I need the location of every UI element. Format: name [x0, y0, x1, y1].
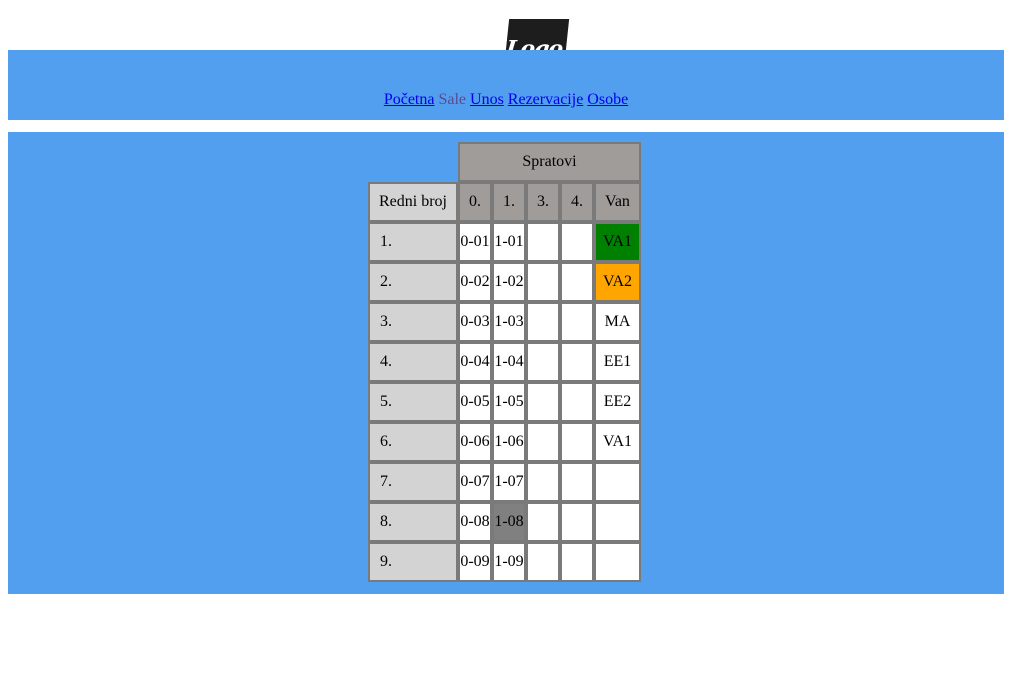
room-cell: 1-09 [492, 542, 526, 582]
table-row: 7. 0-07 1-07 [368, 462, 641, 502]
outside-header: Van [594, 182, 641, 222]
room-cell: 1-06 [492, 422, 526, 462]
row-number-cell: 4. [368, 342, 458, 382]
room-cell: 0-02 [458, 262, 492, 302]
nav-link-rezervacije[interactable]: Rezervacije [508, 91, 584, 108]
room-cell: 1-01 [492, 222, 526, 262]
room-cell: 1-04 [492, 342, 526, 382]
outside-room-cell: EE2 [594, 382, 641, 422]
room-cell [560, 302, 594, 342]
room-cell [526, 462, 560, 502]
table-row: 1. 0-01 1-01 VA1 [368, 222, 641, 262]
room-cell: 0-09 [458, 542, 492, 582]
room-cell [526, 382, 560, 422]
floor-header: 3. [526, 182, 560, 222]
room-cell [560, 262, 594, 302]
nav-link-pocetna[interactable]: Početna [384, 91, 435, 108]
room-cell [560, 542, 594, 582]
outside-room-cell [594, 542, 641, 582]
room-cell [526, 222, 560, 262]
room-cell [560, 462, 594, 502]
row-number-cell: 2. [368, 262, 458, 302]
room-cell: 0-04 [458, 342, 492, 382]
table-body: 1. 0-01 1-01 VA1 2. 0-02 1-02 VA2 3. 0-03 1-03 MA 4.… [368, 222, 641, 582]
outside-room-cell [594, 462, 641, 502]
floor-header: 1. [492, 182, 526, 222]
room-cell: 0-05 [458, 382, 492, 422]
column-header-row: Redni broj 0. 1. 3. 4. Van [368, 182, 641, 222]
room-cell [526, 342, 560, 382]
main-nav: Početna Sale Unos Rezervacije Osobe [8, 91, 1004, 109]
table-row: 5. 0-05 1-05 EE2 [368, 382, 641, 422]
row-number-cell: 8. [368, 502, 458, 542]
row-number-cell: 3. [368, 302, 458, 342]
room-cell [526, 422, 560, 462]
room-cell: 0-06 [458, 422, 492, 462]
outside-room-cell: VA1 [594, 422, 641, 462]
table-row: 2. 0-02 1-02 VA2 [368, 262, 641, 302]
outside-room-cell: VA2 [594, 262, 641, 302]
outside-room-cell: EE1 [594, 342, 641, 382]
table-row: 6. 0-06 1-06 VA1 [368, 422, 641, 462]
row-number-cell: 1. [368, 222, 458, 262]
row-number-cell: 5. [368, 382, 458, 422]
outside-room-cell: MA [594, 302, 641, 342]
row-number-cell: 6. [368, 422, 458, 462]
nav-item-sale: Sale [438, 91, 467, 108]
main-band: Spratovi Redni broj 0. 1. 3. 4. Van 1. 0-… [8, 132, 1004, 594]
header-band: Početna Sale Unos Rezervacije Osobe [8, 50, 1004, 120]
rooms-table: Spratovi Redni broj 0. 1. 3. 4. Van 1. 0-… [368, 142, 641, 582]
room-cell [560, 502, 594, 542]
table-row: 3. 0-03 1-03 MA [368, 302, 641, 342]
room-cell [526, 262, 560, 302]
floor-header: 0. [458, 182, 492, 222]
row-number-cell: 7. [368, 462, 458, 502]
nav-link-osobe[interactable]: Osobe [587, 91, 628, 108]
room-cell: 1-02 [492, 262, 526, 302]
floor-header: 4. [560, 182, 594, 222]
room-cell: 1-08 [492, 502, 526, 542]
room-cell: 0-01 [458, 222, 492, 262]
room-cell: 1-07 [492, 462, 526, 502]
room-cell: 0-08 [458, 502, 492, 542]
outside-room-cell [594, 502, 641, 542]
room-cell [526, 542, 560, 582]
row-number-header: Redni broj [368, 182, 458, 222]
room-cell: 0-03 [458, 302, 492, 342]
outside-room-cell: VA1 [594, 222, 641, 262]
room-cell: 1-03 [492, 302, 526, 342]
table-row: 9. 0-09 1-09 [368, 542, 641, 582]
table-row: 4. 0-04 1-04 EE1 [368, 342, 641, 382]
table-row: 8. 0-08 1-08 [368, 502, 641, 542]
room-cell [560, 222, 594, 262]
room-cell [560, 382, 594, 422]
room-cell: 0-07 [458, 462, 492, 502]
floors-group-header: Spratovi [458, 142, 641, 182]
group-header-row: Spratovi [368, 142, 641, 182]
room-cell: 1-05 [492, 382, 526, 422]
room-cell [560, 422, 594, 462]
empty-corner-cell [368, 142, 458, 182]
room-cell [560, 342, 594, 382]
room-cell [526, 502, 560, 542]
room-cell [526, 302, 560, 342]
nav-link-unos[interactable]: Unos [470, 91, 504, 108]
row-number-cell: 9. [368, 542, 458, 582]
